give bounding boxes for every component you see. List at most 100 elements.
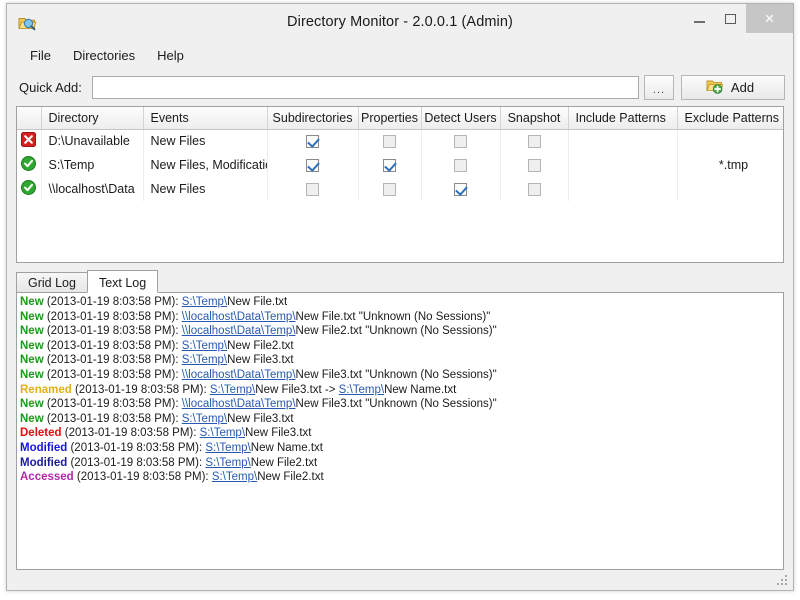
row-subdirectories-checkbox[interactable] (267, 153, 359, 177)
log-path-link[interactable]: S:\Temp\ (205, 442, 250, 454)
column-header-include-patterns[interactable]: Include Patterns (568, 107, 678, 130)
log-timestamp: (2013-01-19 8:03:58 PM): (43, 310, 182, 323)
quick-add-input[interactable] (91, 76, 639, 99)
checkbox-cell[interactable] (383, 183, 396, 197)
row-events: New Files (143, 129, 268, 153)
log-path-link[interactable]: \\localhost\Data\Temp\ (182, 325, 296, 337)
grid-header-row: Directory Events Subdirectories Properti… (17, 107, 783, 130)
row-subdirectories-checkbox[interactable] (267, 177, 359, 201)
log-path-link[interactable]: \\localhost\Data\Temp\ (182, 369, 296, 381)
tab-grid-log[interactable]: Grid Log (16, 272, 88, 292)
log-timestamp: (2013-01-19 8:03:58 PM): (67, 456, 206, 469)
row-directory: D:\Unavailable (41, 129, 144, 153)
log-text: New File2.txt (227, 339, 294, 352)
log-path-link[interactable]: S:\Temp\ (210, 384, 255, 396)
checkbox-cell[interactable] (383, 159, 396, 173)
tab-text-log[interactable]: Text Log (86, 270, 159, 293)
log-event-type: New (20, 310, 44, 323)
row-snapshot-checkbox[interactable] (500, 129, 569, 153)
title-bar[interactable]: Directory Monitor - 2.0.0.1 (Admin) × (7, 4, 793, 42)
checkbox-cell[interactable] (527, 183, 541, 197)
checkbox-cell[interactable] (527, 159, 541, 173)
log-path-link[interactable]: S:\Temp\ (339, 384, 384, 396)
resize-grip-icon[interactable] (777, 575, 789, 587)
checkbox-cell[interactable] (527, 135, 541, 149)
quick-add-bar: Quick Add: ... Add (7, 69, 793, 106)
table-row[interactable]: \\localhost\Data New Files (17, 177, 783, 201)
log-path-link[interactable]: S:\Temp\ (182, 413, 227, 425)
close-button[interactable]: × (746, 4, 793, 33)
log-timestamp: (2013-01-19 8:03:58 PM): (43, 325, 182, 338)
checkbox-cell[interactable] (454, 183, 467, 197)
row-snapshot-checkbox[interactable] (500, 153, 569, 177)
log-timestamp: (2013-01-19 8:03:58 PM): (61, 427, 200, 440)
log-event-type: New (20, 296, 44, 308)
row-status-icon (17, 177, 42, 201)
row-properties-checkbox[interactable] (358, 177, 422, 201)
log-event-type: Modified (20, 441, 68, 454)
log-text: New File3.txt -> (255, 383, 339, 396)
log-text: New File3.txt (245, 427, 312, 440)
menu-item-help[interactable]: Help (146, 45, 195, 66)
menu-item-directories[interactable]: Directories (62, 45, 146, 66)
column-header-events[interactable]: Events (143, 107, 268, 130)
column-header-subdirectories[interactable]: Subdirectories (267, 107, 359, 130)
maximize-icon (725, 13, 736, 24)
row-detect-users-checkbox[interactable] (421, 177, 501, 201)
column-header-detect-users[interactable]: Detect Users (421, 107, 501, 130)
log-line: New (2013-01-19 8:03:58 PM): \\localhost… (20, 397, 783, 412)
log-path-link[interactable]: S:\Temp\ (182, 340, 227, 352)
column-header-properties[interactable]: Properties (358, 107, 422, 130)
log-path-link[interactable]: \\localhost\Data\Temp\ (182, 398, 296, 410)
checkbox-cell[interactable] (454, 159, 467, 173)
log-path-link[interactable]: S:\Temp\ (212, 471, 257, 483)
row-exclude-patterns: *.tmp (677, 153, 783, 177)
text-log-panel[interactable]: New (2013-01-19 8:03:58 PM): S:\Temp\New… (16, 292, 784, 570)
log-path-link[interactable]: \\localhost\Data\Temp\ (182, 311, 296, 323)
row-properties-checkbox[interactable] (358, 153, 422, 177)
checkbox-cell[interactable] (306, 183, 319, 197)
log-event-type: New (20, 325, 44, 338)
column-header-snapshot[interactable]: Snapshot (500, 107, 569, 130)
directories-grid[interactable]: Directory Events Subdirectories Properti… (16, 106, 784, 263)
row-properties-checkbox[interactable] (358, 129, 422, 153)
row-subdirectories-checkbox[interactable] (267, 129, 359, 153)
log-event-type: New (20, 354, 44, 367)
maximize-button[interactable] (715, 4, 746, 33)
checkbox-cell[interactable] (383, 135, 396, 149)
column-header-status[interactable] (17, 107, 42, 130)
row-detect-users-checkbox[interactable] (421, 153, 501, 177)
log-line: Modified (2013-01-19 8:03:58 PM): S:\Tem… (20, 441, 783, 456)
table-row[interactable]: D:\Unavailable New Files (17, 129, 783, 153)
browse-button[interactable]: ... (644, 75, 674, 100)
row-snapshot-checkbox[interactable] (500, 177, 569, 201)
log-timestamp: (2013-01-19 8:03:58 PM): (43, 339, 182, 352)
log-text: New File2.txt "Unknown (No Sessions)" (295, 325, 497, 338)
row-directory: S:\Temp (41, 153, 144, 177)
log-path-link[interactable]: S:\Temp\ (205, 457, 250, 469)
log-line: New (2013-01-19 8:03:58 PM): S:\Temp\New… (20, 339, 783, 354)
log-path-link[interactable]: S:\Temp\ (182, 354, 227, 366)
checkbox-cell[interactable] (454, 135, 467, 149)
log-text: New Name.txt (250, 441, 323, 454)
log-lines: New (2013-01-19 8:03:58 PM): S:\Temp\New… (20, 295, 783, 485)
column-header-exclude-patterns[interactable]: Exclude Patterns (677, 107, 783, 130)
log-path-link[interactable]: S:\Temp\ (182, 296, 227, 308)
log-path-link[interactable]: S:\Temp\ (200, 427, 245, 439)
log-event-type: Deleted (20, 427, 62, 440)
log-text: New File3.txt (227, 354, 294, 367)
log-event-type: New (20, 339, 44, 352)
row-events: New Files (143, 177, 268, 201)
column-header-directory[interactable]: Directory (41, 107, 144, 130)
row-include-patterns (568, 177, 678, 201)
directory-monitor-window: Directory Monitor - 2.0.0.1 (Admin) × Fi… (6, 3, 794, 591)
checkbox-cell[interactable] (306, 159, 319, 173)
menu-item-file[interactable]: File (19, 45, 62, 66)
row-detect-users-checkbox[interactable] (421, 129, 501, 153)
add-button-label: Add (730, 80, 755, 95)
log-text: New File3.txt "Unknown (No Sessions)" (295, 398, 497, 411)
table-row[interactable]: S:\TempNew Files, Modificatio... *.tmp (17, 153, 783, 177)
minimize-button[interactable] (684, 4, 715, 33)
checkbox-cell[interactable] (306, 135, 319, 149)
add-button[interactable]: Add (681, 75, 785, 100)
